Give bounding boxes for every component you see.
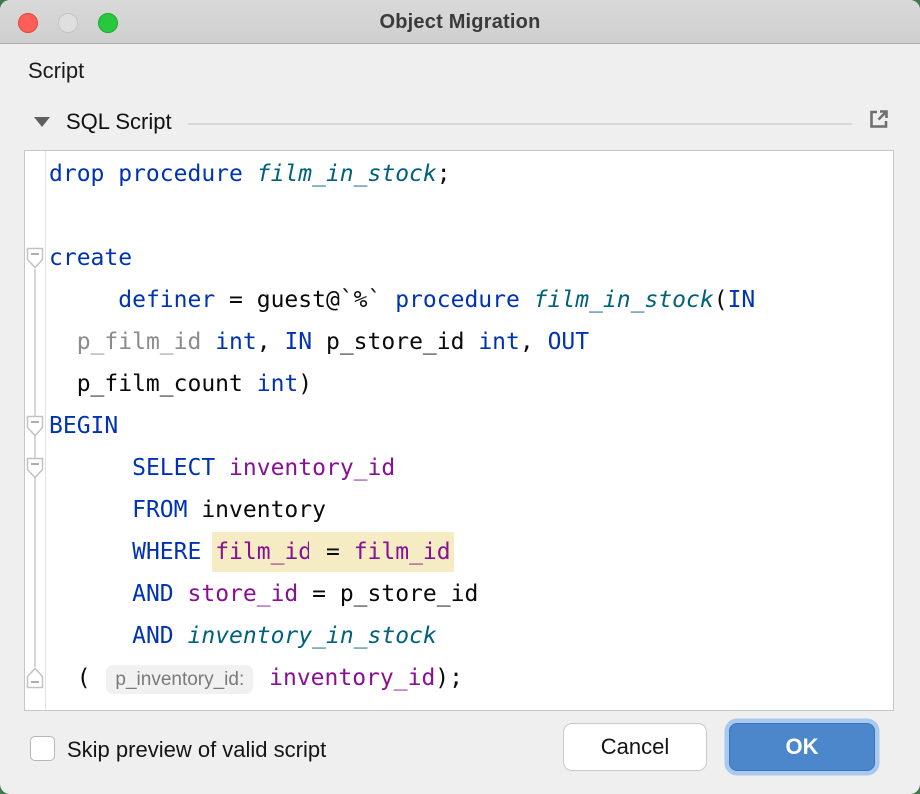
code-segment: p_film_count <box>49 371 257 397</box>
code-segment <box>201 329 215 355</box>
sql-script-title: SQL Script <box>66 109 172 135</box>
fold-marker-icon[interactable] <box>26 415 44 437</box>
code-segment: ( <box>714 287 728 313</box>
code-segment: AND <box>132 623 174 649</box>
code-segment: FROM <box>132 497 187 523</box>
code-segment <box>49 623 132 649</box>
editor-gutter <box>25 151 46 710</box>
code-segment: int <box>215 329 257 355</box>
code-segment <box>49 455 132 481</box>
code-segment: procedure <box>395 287 520 313</box>
object-migration-dialog: Object Migration Script SQL Script drop … <box>0 0 920 794</box>
code-segment: create <box>49 245 132 271</box>
code-segment <box>174 581 188 607</box>
code-line: drop procedure film_in_stock; <box>49 153 893 195</box>
code-segment <box>49 581 132 607</box>
code-line: BEGIN <box>49 405 893 447</box>
fold-marker-icon[interactable] <box>26 457 44 479</box>
code-segment: IN <box>284 329 312 355</box>
code-segment: ; <box>437 161 451 187</box>
code-segment <box>215 455 229 481</box>
cancel-button[interactable]: Cancel <box>563 723 707 771</box>
code-segment <box>49 329 77 355</box>
code-segment: film_in_stock <box>257 161 437 187</box>
code-line: p_film_id int, IN p_store_id int, OUT <box>49 321 893 363</box>
code-segment: WHERE <box>132 539 201 565</box>
code-segment: film_id <box>212 532 315 572</box>
code-segment <box>255 665 269 691</box>
code-line <box>49 195 893 237</box>
collapse-triangle-icon[interactable] <box>34 117 50 127</box>
script-section-label: Script <box>28 58 84 84</box>
fold-marker-icon[interactable] <box>26 667 44 689</box>
code-segment: ) <box>298 371 312 397</box>
code-segment: , <box>520 329 548 355</box>
ok-button[interactable]: OK <box>729 723 875 771</box>
code-line: ( p_inventory_id: inventory_id); <box>49 657 893 699</box>
code-segment <box>49 497 132 523</box>
code-segment: = p_store_id <box>298 581 478 607</box>
code-line: SELECT inventory_id <box>49 447 893 489</box>
code-line: AND inventory_in_stock <box>49 615 893 657</box>
sql-script-editor[interactable]: drop procedure film_in_stock;create defi… <box>24 150 894 711</box>
code-line: FROM inventory <box>49 489 893 531</box>
code-segment: IN <box>728 287 756 313</box>
code-segment: AND <box>132 581 174 607</box>
open-in-new-window-icon[interactable] <box>866 106 892 132</box>
code-segment <box>49 287 118 313</box>
code-segment <box>520 287 534 313</box>
code-segment: inventory_in_stock <box>188 623 437 649</box>
code-line: AND store_id = p_store_id <box>49 573 893 615</box>
code-segment <box>49 539 132 565</box>
skip-preview-checkbox[interactable] <box>30 736 55 761</box>
code-segment: inventory <box>187 497 325 523</box>
code-segment: int <box>257 371 299 397</box>
fold-marker-icon[interactable] <box>26 247 44 269</box>
code-line: create <box>49 237 893 279</box>
code-segment: , <box>257 329 285 355</box>
code-segment: drop procedure <box>49 161 257 187</box>
window-title: Object Migration <box>0 0 920 44</box>
skip-preview-label: Skip preview of valid script <box>67 737 326 763</box>
code-line: definer = guest@`%` procedure film_in_st… <box>49 279 893 321</box>
code-segment: film_in_stock <box>534 287 714 313</box>
title-bar[interactable]: Object Migration <box>0 0 920 44</box>
code-segment: OUT <box>548 329 590 355</box>
code-lines[interactable]: drop procedure film_in_stock;create defi… <box>46 151 893 710</box>
code-segment: inventory_id <box>229 455 395 481</box>
code-segment: int <box>478 329 520 355</box>
code-segment: definer <box>118 287 215 313</box>
code-segment: SELECT <box>132 455 215 481</box>
code-segment: BEGIN <box>49 413 118 439</box>
code-segment: inventory_id <box>269 665 435 691</box>
sql-script-section-header: SQL Script <box>28 106 892 138</box>
parameter-hint: p_inventory_id: <box>106 665 253 694</box>
code-line: p_film_count int) <box>49 363 893 405</box>
section-separator-line <box>188 123 852 125</box>
code-segment <box>174 623 188 649</box>
code-segment: p_film_id <box>77 329 202 355</box>
code-segment: = guest@`%` <box>215 287 395 313</box>
code-segment: = <box>309 532 357 572</box>
code-segment: ( <box>49 665 104 691</box>
code-segment: store_id <box>188 581 299 607</box>
code-segment: film_id <box>351 532 454 572</box>
code-segment: ); <box>435 665 463 691</box>
code-line: WHERE film_id = film_id <box>49 531 893 573</box>
code-segment: p_store_id <box>312 329 478 355</box>
